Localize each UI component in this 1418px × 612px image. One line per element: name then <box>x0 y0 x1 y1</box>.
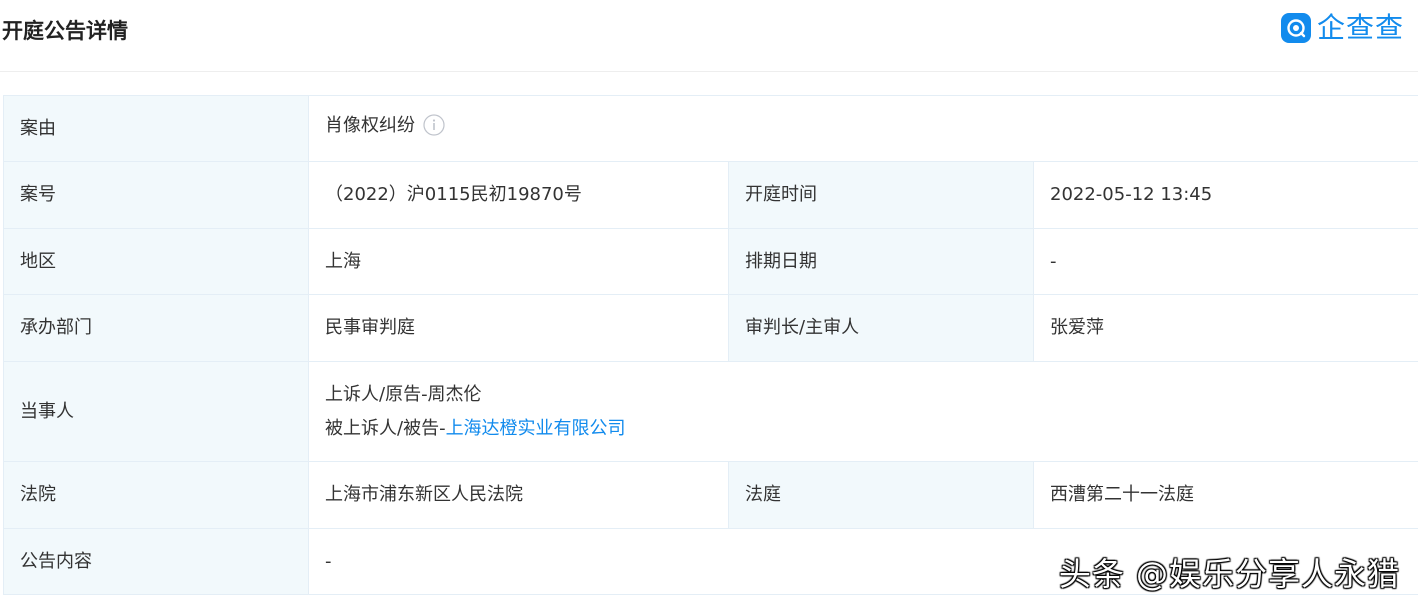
hearing-time-value: 2022-05-12 13:45 <box>1033 161 1418 229</box>
schedule-date-value: - <box>1033 228 1418 295</box>
court-label: 法院 <box>3 461 309 529</box>
row-parties: 当事人 上诉人/原告-周杰伦 被上诉人/被告-上海达橙实业有限公司 <box>3 361 1418 462</box>
hearing-detail-table: 案由 肖像权纠纷 案号 （2022）沪0115民初19870号 开庭时间 202… <box>3 95 1418 595</box>
parties-cell: 上诉人/原告-周杰伦 被上诉人/被告-上海达橙实业有限公司 <box>308 361 1418 462</box>
plaintiff-line: 上诉人/原告-周杰伦 <box>325 383 482 405</box>
schedule-date-label: 排期日期 <box>728 228 1034 295</box>
announcement-label: 公告内容 <box>3 528 309 595</box>
case-number-label: 案号 <box>3 161 309 229</box>
row-region: 地区 上海 排期日期 - <box>3 228 1418 295</box>
courtroom-value: 西漕第二十一法庭 <box>1033 461 1418 529</box>
courtroom-label: 法庭 <box>728 461 1034 529</box>
row-case-number: 案号 （2022）沪0115民初19870号 开庭时间 2022-05-12 1… <box>3 161 1418 229</box>
judge-label: 审判长/主审人 <box>728 294 1034 362</box>
page-title: 开庭公告详情 <box>2 19 128 43</box>
department-value: 民事审判庭 <box>308 294 729 362</box>
row-department: 承办部门 民事审判庭 审判长/主审人 张爱萍 <box>3 294 1418 362</box>
region-label: 地区 <box>3 228 309 295</box>
brand-name: 企查查 <box>1316 11 1404 44</box>
defendant-line: 被上诉人/被告-上海达橙实业有限公司 <box>325 412 1403 446</box>
judge-value: 张爱萍 <box>1033 294 1418 362</box>
watermark: 头条 @娱乐分享人永猎 <box>1058 555 1400 593</box>
info-icon[interactable] <box>423 114 445 148</box>
court-value: 上海市浦东新区人民法院 <box>308 461 729 529</box>
case-reason-cell: 肖像权纠纷 <box>308 95 1418 162</box>
hearing-time-label: 开庭时间 <box>728 161 1034 229</box>
parties-label: 当事人 <box>3 361 309 462</box>
defendant-prefix: 被上诉人/被告- <box>325 417 446 439</box>
region-value: 上海 <box>308 228 729 295</box>
qcc-logo-icon <box>1280 13 1311 43</box>
row-court: 法院 上海市浦东新区人民法院 法庭 西漕第二十一法庭 <box>3 461 1418 529</box>
case-reason-label: 案由 <box>3 95 309 162</box>
case-number-link[interactable]: （2022）沪0115民初19870号 <box>308 161 729 229</box>
row-case-reason: 案由 肖像权纠纷 <box>3 95 1418 162</box>
department-label: 承办部门 <box>3 294 309 362</box>
case-reason-value: 肖像权纠纷 <box>325 115 415 136</box>
brand-logo[interactable]: 企查查 <box>1280 10 1404 46</box>
page-header: 开庭公告详情 企查查 <box>0 0 1418 72</box>
defendant-company-link[interactable]: 上海达橙实业有限公司 <box>446 418 626 439</box>
